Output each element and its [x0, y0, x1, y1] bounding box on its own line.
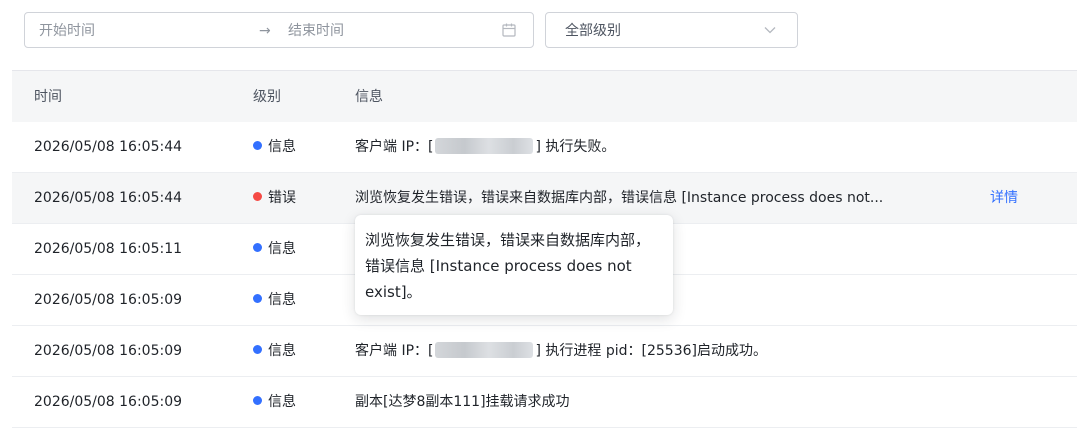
message-suffix: ] 执行失败。	[535, 139, 616, 155]
range-arrow-icon: →	[259, 23, 271, 39]
message-prefix: 客户端 IP：[	[355, 139, 434, 155]
header-level: 级别	[253, 89, 281, 105]
end-time-input[interactable]: 结束时间	[288, 22, 344, 40]
row-time: 2026/05/08 16:05:09	[34, 394, 183, 410]
row-level: 信息	[253, 342, 296, 360]
info-dot-icon	[253, 243, 262, 252]
date-range-picker[interactable]: 开始时间 → 结束时间	[24, 12, 534, 48]
table-header: 时间 级别 信息	[12, 70, 1077, 122]
header-message: 信息	[355, 89, 383, 105]
row-time: 2026/05/08 16:05:44	[34, 190, 183, 206]
detail-link[interactable]: 详情	[990, 189, 1018, 207]
row-time: 2026/05/08 16:05:44	[34, 139, 183, 155]
table-row: 2026/05/08 16:05:09 信息 客户端 IP：[ ] 执行进程 pi…	[12, 326, 1077, 377]
redacted-ip	[435, 342, 534, 358]
message-suffix: ] 执行进程 pid：[25536]启动成功。	[535, 343, 767, 359]
error-dot-icon	[253, 192, 262, 201]
table-row: 2026/05/08 16:05:44 信息 客户端 IP：[ ] 执行失败。	[12, 122, 1077, 173]
row-time: 2026/05/08 16:05:11	[34, 241, 183, 257]
row-level: 信息	[253, 240, 296, 258]
row-level: 信息	[253, 291, 296, 309]
info-dot-icon	[253, 396, 262, 405]
chevron-down-icon[interactable]	[764, 26, 776, 34]
redacted-ip	[435, 138, 534, 154]
table-row: 2026/05/08 16:05:09 信息 副本[达梦8副本111]挂载请求成…	[12, 377, 1077, 428]
header-time: 时间	[34, 89, 62, 105]
row-time: 2026/05/08 16:05:09	[34, 343, 183, 359]
level-label: 信息	[268, 343, 296, 359]
level-label: 信息	[268, 139, 296, 155]
row-level: 信息	[253, 138, 296, 156]
row-message: 副本[达梦8副本111]挂载请求成功	[355, 394, 570, 410]
row-message: 客户端 IP：[ ] 执行失败。	[355, 138, 615, 156]
info-dot-icon	[253, 141, 262, 150]
level-label: 信息	[268, 241, 296, 257]
row-level: 错误	[253, 189, 296, 207]
calendar-icon[interactable]	[501, 22, 517, 38]
filter-bar: 开始时间 → 结束时间 全部级别	[0, 0, 1077, 62]
error-detail-tooltip: 浏览恢复发生错误，错误来自数据库内部，错误信息 [Instance proces…	[355, 215, 673, 315]
level-label: 信息	[268, 394, 296, 410]
row-message: 客户端 IP：[ ] 执行进程 pid：[25536]启动成功。	[355, 342, 767, 360]
level-label: 错误	[268, 190, 296, 206]
level-select[interactable]: 全部级别	[545, 12, 798, 48]
row-level: 信息	[253, 393, 296, 411]
start-time-input[interactable]: 开始时间	[39, 22, 95, 40]
row-message: 浏览恢复发生错误，错误来自数据库内部，错误信息 [Instance proces…	[355, 190, 884, 206]
message-prefix: 客户端 IP：[	[355, 343, 434, 359]
level-select-value: 全部级别	[565, 23, 621, 39]
info-dot-icon	[253, 294, 262, 303]
level-label: 信息	[268, 292, 296, 308]
info-dot-icon	[253, 345, 262, 354]
row-time: 2026/05/08 16:05:09	[34, 292, 183, 308]
